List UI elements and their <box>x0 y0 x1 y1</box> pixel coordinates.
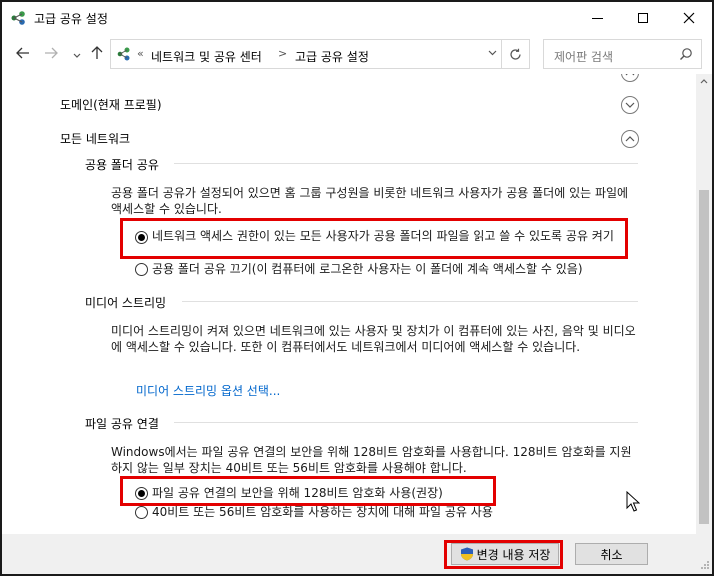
chevron-up-icon <box>700 79 708 84</box>
address-dropdown-button[interactable] <box>488 48 497 59</box>
forward-arrow-icon <box>45 47 58 59</box>
refresh-icon <box>510 48 521 60</box>
minimize-button[interactable] <box>574 2 620 34</box>
title-bar: 고급 공유 설정 <box>2 2 712 34</box>
minimize-icon <box>591 17 603 19</box>
collapse-all-networks-button[interactable] <box>621 130 639 148</box>
up-arrow-icon <box>91 46 103 59</box>
recent-locations-button[interactable] <box>68 48 86 66</box>
media-streaming-options-link[interactable]: 미디어 스트리밍 옵션 선택... <box>136 382 280 399</box>
maximize-button[interactable] <box>620 2 666 34</box>
scroll-up-button[interactable] <box>696 74 712 90</box>
back-arrow-icon <box>16 47 29 59</box>
public-folder-section-title: 공용 폴더 공유 <box>85 158 159 172</box>
media-streaming-section-title: 미디어 스트리밍 <box>85 296 167 310</box>
network-app-icon <box>11 11 25 25</box>
forward-button[interactable] <box>42 46 60 64</box>
section-divider <box>174 163 638 164</box>
window-title: 고급 공유 설정 <box>34 12 108 26</box>
search-input[interactable]: 제어판 검색 <box>543 39 702 69</box>
section-divider <box>182 301 638 302</box>
public-folder-description: 공용 폴더 공유가 설정되어 있으면 홈 그룹 구성원을 비롯한 네트워크 사용… <box>111 186 629 216</box>
close-button[interactable] <box>666 2 712 34</box>
scrollbar-thumb[interactable] <box>699 190 709 524</box>
section-divider <box>174 422 638 423</box>
vertical-scrollbar[interactable] <box>696 74 712 534</box>
public-folder-off-label[interactable]: 공용 폴더 공유 끄기(이 컴퓨터에 로그온한 사용자는 이 폴더에 계속 액세… <box>152 261 583 277</box>
public-folder-off-radio[interactable] <box>135 263 148 276</box>
settings-content: 도메인(현재 프로필) 모든 네트워크 공용 폴더 공유 공용 폴더 공유가 설… <box>2 74 696 534</box>
refresh-button[interactable] <box>501 40 529 68</box>
advanced-sharing-settings-window: 고급 공유 설정 « 네트워크 및 공유 센터 > 고급 공유 설정 제어판 검… <box>0 0 714 576</box>
dialog-footer: 변경 내용 저장 취소 <box>2 534 712 574</box>
chevron-down-icon <box>488 50 497 56</box>
breadcrumb-network-center[interactable]: 네트워크 및 공유 센터 <box>151 48 262 65</box>
media-streaming-description: 미디어 스트리밍이 켜져 있으면 네트워크에 있는 사용자 및 장치가 이 컴퓨… <box>111 324 636 354</box>
cancel-button[interactable]: 취소 <box>575 543 648 565</box>
back-button[interactable] <box>14 46 32 64</box>
close-icon <box>683 12 695 24</box>
highlight-public-folder-on <box>120 218 628 259</box>
up-button[interactable] <box>88 46 106 64</box>
search-icon <box>680 48 692 60</box>
navigation-bar: « 네트워크 및 공유 센터 > 고급 공유 설정 제어판 검색 <box>2 36 712 74</box>
mouse-cursor-icon <box>626 491 640 512</box>
chevron-up-icon <box>625 136 635 142</box>
breadcrumb-overflow[interactable]: « <box>137 47 144 60</box>
chevron-down-icon <box>625 102 635 108</box>
chevron-down-icon <box>73 53 81 58</box>
breadcrumb-advanced-sharing[interactable]: 고급 공유 설정 <box>295 48 369 65</box>
encryption-40-56-label[interactable]: 40비트 또는 56비트 암호화를 사용하는 장치에 대해 파일 공유 사용 <box>152 504 493 520</box>
highlight-save-button <box>444 540 563 569</box>
maximize-icon <box>638 13 648 23</box>
chevron-up-icon <box>625 74 635 76</box>
collapse-previous-profile-button[interactable] <box>621 74 639 82</box>
address-bar[interactable]: « 네트워크 및 공유 센터 > 고급 공유 설정 <box>110 39 530 69</box>
expand-domain-profile-button[interactable] <box>621 96 639 114</box>
file-sharing-description: Windows에서는 파일 공유 연결의 보안을 위해 128비트 암호화를 사… <box>111 445 632 475</box>
network-location-icon <box>117 47 130 61</box>
encryption-40-56-radio[interactable] <box>135 506 148 519</box>
all-networks-header[interactable]: 모든 네트워크 <box>60 130 130 147</box>
breadcrumb-separator[interactable]: > <box>278 47 287 60</box>
highlight-encryption-128 <box>120 476 496 506</box>
file-sharing-section-title: 파일 공유 연결 <box>85 417 159 431</box>
search-placeholder: 제어판 검색 <box>554 50 614 64</box>
domain-profile-header[interactable]: 도메인(현재 프로필) <box>60 96 162 113</box>
cancel-label: 취소 <box>600 547 623 562</box>
resize-grip-icon[interactable] <box>700 560 710 570</box>
